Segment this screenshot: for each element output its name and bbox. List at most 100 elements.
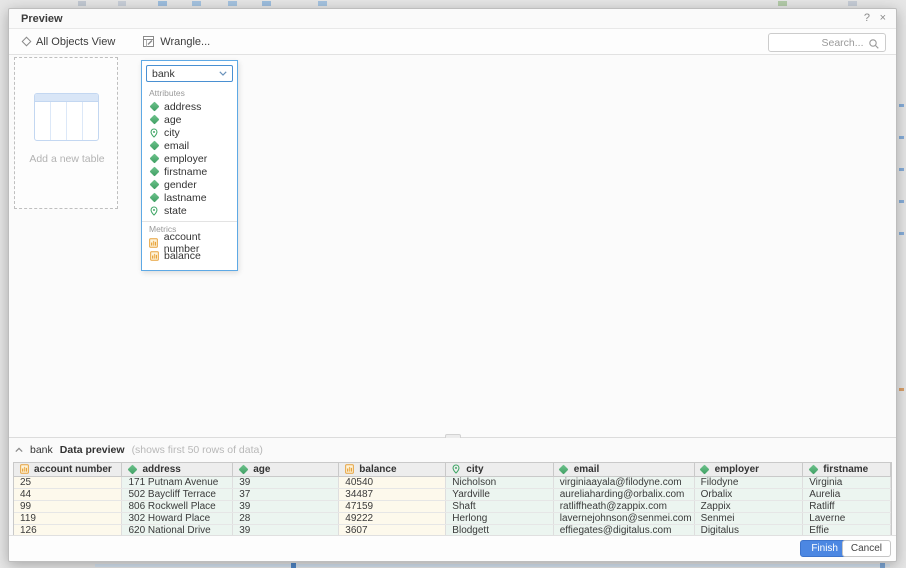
background-artifact: [899, 168, 904, 171]
column-header-label: account number: [34, 464, 112, 475]
attribute-diamond-icon: [149, 168, 159, 175]
column-header-label: employer: [715, 464, 759, 475]
column-header-account-number[interactable]: account number: [14, 463, 122, 476]
geo-pin-icon: [451, 464, 461, 474]
attribute-diamond-icon: [149, 142, 159, 149]
wrangle-button[interactable]: Wrangle...: [143, 36, 210, 48]
metric-icon: [149, 238, 159, 248]
metric-icon: [344, 464, 354, 474]
attribute-diamond-icon: [149, 103, 159, 110]
help-icon[interactable]: ?: [864, 12, 870, 24]
cell: 28: [233, 512, 339, 524]
column-header-label: balance: [359, 464, 396, 475]
cell: ratliffheath@zappix.com: [553, 500, 694, 512]
cell: virginiaayala@filodyne.com: [553, 476, 694, 488]
column-header-firstname[interactable]: firstname: [803, 463, 891, 476]
toolbar: All Objects View Wrangle...: [9, 29, 896, 55]
header-row: account number address age balance city email…: [14, 463, 891, 476]
column-header-address[interactable]: address: [122, 463, 233, 476]
dialog-titlebar: Preview ? ×: [9, 9, 896, 29]
cell: 119: [14, 512, 122, 524]
field-item-gender[interactable]: gender: [142, 178, 237, 191]
preview-note: (shows first 50 rows of data): [132, 444, 263, 456]
background-artifact: [118, 1, 126, 6]
column-header-label: email: [574, 464, 600, 475]
column-header-label: address: [142, 464, 180, 475]
cell: Ratliff: [803, 500, 891, 512]
background-artifact: [899, 232, 904, 235]
chevron-down-icon: [219, 71, 227, 76]
all-objects-view-label: All Objects View: [36, 36, 115, 48]
background-artifact: [262, 1, 271, 6]
field-list-metrics: account numberbalance: [142, 236, 237, 262]
search-input[interactable]: [769, 37, 906, 49]
cell: 806 Rockwell Place: [122, 500, 233, 512]
table-row: 119302 Howard Place2849222Herlonglaverne…: [14, 512, 891, 524]
field-item-email[interactable]: email: [142, 139, 237, 152]
close-icon[interactable]: ×: [880, 12, 886, 24]
cell: Orbalix: [694, 488, 803, 500]
cell: 39: [233, 500, 339, 512]
field-item-lastname[interactable]: lastname: [142, 191, 237, 204]
background-artifact: [228, 1, 237, 6]
field-item-account-number[interactable]: account number: [142, 236, 237, 249]
cell: Aurelia: [803, 488, 891, 500]
field-label: balance: [164, 250, 201, 262]
field-label: employer: [164, 153, 207, 165]
dataset-field-panel: bank Attributes addressagecityemailemplo…: [141, 60, 238, 271]
metric-icon: [19, 464, 29, 474]
cell: 302 Howard Place: [122, 512, 233, 524]
field-label: email: [164, 140, 189, 152]
background-artifact: [899, 136, 904, 139]
column-header-balance[interactable]: balance: [339, 463, 446, 476]
cell: 47159: [339, 500, 446, 512]
cell: 34487: [339, 488, 446, 500]
field-label: state: [164, 205, 187, 217]
diamond-outline-icon: [22, 37, 32, 47]
cell: 171 Putnam Avenue: [122, 476, 233, 488]
background-artifact: [95, 564, 890, 567]
search-icon: [868, 37, 880, 55]
cell: lavernejohnson@senmei.com: [553, 512, 694, 524]
wrangle-label: Wrangle...: [160, 36, 210, 48]
cell: Yardville: [446, 488, 553, 500]
attribute-diamond-icon: [149, 181, 159, 188]
background-artifact: [848, 1, 857, 6]
field-item-employer[interactable]: employer: [142, 152, 237, 165]
column-header-age[interactable]: age: [233, 463, 339, 476]
cell: 99: [14, 500, 122, 512]
field-label: address: [164, 101, 201, 113]
screen: Preview ? × All Objects View Wrangle...: [0, 0, 906, 568]
background-artifact: [318, 1, 327, 6]
attribute-diamond-icon: [559, 466, 569, 473]
background-artifact: [899, 104, 904, 107]
data-preview-table-wrap: account number address age balance city email…: [13, 462, 892, 537]
add-new-table-dropzone[interactable]: Add a new table: [14, 57, 118, 209]
column-header-city[interactable]: city: [446, 463, 553, 476]
background-artifact: [291, 563, 296, 568]
background-artifact: [158, 1, 167, 6]
cell: 39: [233, 476, 339, 488]
table-row: 44502 Baycliff Terrace3734487Yardvilleau…: [14, 488, 891, 500]
search-box: [768, 33, 886, 52]
column-header-employer[interactable]: employer: [694, 463, 803, 476]
cell: Shaft: [446, 500, 553, 512]
field-item-address[interactable]: address: [142, 100, 237, 113]
field-item-city[interactable]: city: [142, 126, 237, 139]
dataset-select-value: bank: [152, 68, 175, 80]
dialog-footer: Finish Cancel: [9, 535, 896, 561]
cancel-button[interactable]: Cancel: [842, 540, 891, 557]
column-header-email[interactable]: email: [553, 463, 694, 476]
attribute-diamond-icon: [808, 466, 818, 473]
geo-pin-icon: [149, 206, 159, 216]
cell: Herlong: [446, 512, 553, 524]
column-header-label: firstname: [823, 464, 868, 475]
all-objects-view-button[interactable]: All Objects View: [23, 36, 115, 48]
background-artifact: [899, 388, 904, 391]
dataset-select[interactable]: bank: [146, 65, 233, 82]
collapse-icon[interactable]: [15, 447, 23, 453]
field-item-firstname[interactable]: firstname: [142, 165, 237, 178]
add-table-label: Add a new table: [15, 153, 119, 165]
field-item-age[interactable]: age: [142, 113, 237, 126]
field-item-state[interactable]: state: [142, 204, 237, 217]
